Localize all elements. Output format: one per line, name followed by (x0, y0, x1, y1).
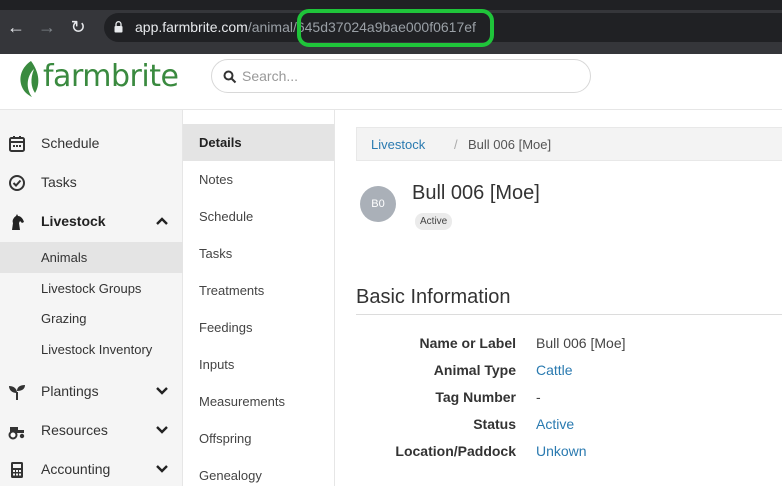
calendar-icon (9, 136, 25, 152)
breadcrumb-separator: / (454, 137, 458, 152)
app-header: farmbrite (0, 54, 782, 110)
field-value-animal-type-link[interactable]: Cattle (536, 362, 573, 378)
subnav-item-label: Tasks (199, 246, 233, 261)
subnav-item-feedings[interactable]: Feedings (183, 309, 334, 346)
subnav-item-notes[interactable]: Notes (183, 161, 334, 198)
reload-icon[interactable]: ↻ (68, 17, 88, 37)
sidebar-subitem-livestock-groups[interactable]: Livestock Groups (0, 273, 183, 304)
subnav-item-offspring[interactable]: Offspring (183, 420, 334, 457)
breadcrumb: Livestock / Bull 006 [Moe] (356, 127, 782, 161)
search-icon (223, 70, 237, 84)
search-box[interactable] (211, 59, 591, 93)
subnav-item-label: Notes (199, 172, 233, 187)
subnav-item-genealogy[interactable]: Genealogy (183, 457, 334, 486)
sidebar-item-label: Tasks (41, 174, 77, 190)
page-title: Bull 006 [Moe] (412, 182, 540, 204)
status-badge: Active (415, 213, 453, 230)
sidebar-subitem-label: Livestock Inventory (41, 342, 153, 357)
field-label-animal-type: Animal Type (433, 362, 516, 378)
back-icon[interactable]: ← (6, 17, 26, 37)
field-label-status: Status (473, 416, 516, 432)
subnav-item-label: Feedings (199, 320, 253, 335)
sidebar-item-resources[interactable]: Resources (0, 411, 183, 450)
sidebar-item-plantings[interactable]: Plantings (0, 372, 183, 411)
avatar[interactable]: B0 (360, 186, 396, 222)
sidebar-item-label: Resources (41, 422, 108, 438)
sidebar-item-accounting[interactable]: Accounting (0, 450, 183, 486)
subnav-item-label: Measurements (199, 394, 285, 409)
section-title-basic-information: Basic Information (356, 286, 511, 308)
sidebar-subitem-livestock-inventory[interactable]: Livestock Inventory (0, 334, 183, 365)
field-label-tag-number: Tag Number (435, 389, 516, 405)
sidebar-subitem-label: Animals (41, 250, 88, 265)
field-label-name: Name or Label (419, 335, 516, 351)
subnav-item-label: Treatments (199, 283, 265, 298)
chevron-down-icon[interactable] (154, 422, 170, 438)
sidebar-item-label: Livestock (41, 213, 106, 229)
check-circle-icon (9, 175, 25, 191)
sidebar-subitem-grazing[interactable]: Grazing (0, 303, 183, 334)
lock-icon (114, 21, 123, 33)
subnav-item-measurements[interactable]: Measurements (183, 383, 334, 420)
subnav-item-schedule[interactable]: Schedule (183, 198, 334, 235)
url-host: app.farmbrite.com (135, 19, 248, 35)
sidebar-subitem-label: Grazing (41, 311, 87, 326)
url-path: /animal (247, 19, 293, 35)
field-value-location-link[interactable]: Unkown (536, 443, 587, 459)
tractor-icon (8, 427, 25, 440)
breadcrumb-link-livestock[interactable]: Livestock (371, 137, 425, 152)
chevron-up-icon[interactable] (154, 213, 170, 229)
sidebar-item-schedule[interactable]: Schedule (0, 124, 183, 163)
farmbrite-leaf-icon[interactable] (16, 57, 42, 101)
search-input[interactable] (242, 66, 572, 86)
subnav-item-label: Inputs (199, 357, 235, 372)
chevron-down-icon[interactable] (154, 383, 170, 399)
breadcrumb-current: Bull 006 [Moe] (468, 137, 552, 152)
url-id-highlight (297, 9, 494, 47)
browser-toolbar: ← → ↻ app.farmbrite.com/animal/645d37024… (0, 0, 782, 54)
subnav-item-label: Schedule (199, 209, 254, 224)
main-sidebar: Schedule Tasks Livestock Animals Livesto… (0, 110, 183, 486)
calculator-icon (11, 462, 23, 478)
sidebar-subitem-animals[interactable]: Animals (0, 242, 183, 273)
sidebar-item-label: Accounting (41, 461, 111, 477)
sidebar-item-livestock[interactable]: Livestock (0, 202, 183, 241)
sidebar-item-label: Plantings (41, 383, 99, 399)
sidebar-item-tasks[interactable]: Tasks (0, 163, 183, 202)
subnav-item-label: Offspring (199, 431, 252, 446)
section-divider (356, 314, 782, 315)
sidebar-subitem-label: Livestock Groups (41, 281, 142, 296)
main-content: Livestock / Bull 006 [Moe] B0 Bull 006 [… (335, 110, 782, 486)
field-value-name: Bull 006 [Moe] (536, 335, 626, 351)
subnav-item-treatments[interactable]: Treatments (183, 272, 334, 309)
subnav-item-label: Details (199, 135, 242, 150)
field-label-location: Location/Paddock (395, 443, 516, 459)
chevron-down-icon[interactable] (154, 461, 170, 477)
field-value-status-link[interactable]: Active (536, 416, 574, 432)
sprout-icon (9, 385, 25, 400)
forward-icon[interactable]: → (37, 17, 57, 37)
subnav-item-label: Genealogy (199, 468, 262, 483)
subnav-item-inputs[interactable]: Inputs (183, 346, 334, 383)
subnav-item-details[interactable]: Details (183, 124, 334, 161)
sidebar-item-label: Schedule (41, 135, 100, 151)
field-value-tag-number: - (536, 389, 541, 405)
subnav-item-tasks[interactable]: Tasks (183, 235, 334, 272)
logo-text[interactable]: farmbrite (43, 59, 179, 94)
horse-icon (12, 214, 24, 230)
animal-subnav: Details Notes Schedule Tasks Treatments … (183, 110, 335, 486)
